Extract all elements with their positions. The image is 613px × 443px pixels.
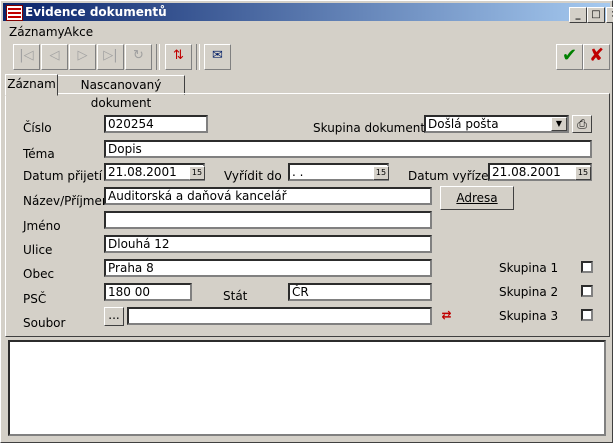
calendar-icon[interactable]: 15 [189,166,205,180]
skupina3-checkbox[interactable] [581,309,593,321]
maximize-button[interactable]: □ [587,7,605,23]
skupina2-checkbox[interactable] [581,285,593,297]
last-icon: ▷| [103,48,118,63]
vyridit-do-label: Vyřídit do [224,169,282,183]
datum-prijeti-label: Datum přijetí [23,169,103,183]
first-record-button[interactable]: |◁ [13,44,40,70]
nazev-field[interactable]: Auditorská a daňová kancelář [104,187,432,205]
skupina-dokumentu-value: Došlá pošta [428,117,499,131]
skupina-dokumentu-select[interactable]: Došlá pošta [424,115,569,133]
skupina-list-button[interactable]: ⎙ [572,115,592,133]
datum-vyrizeni-label: Datum vyřízení [408,169,500,183]
chevron-down-icon: ▼ [555,119,563,128]
skupina2-label: Skupina 2 [499,285,559,299]
prev-icon: ◁ [49,48,60,63]
sort-button[interactable]: ⇅ [165,44,192,70]
ulice-field[interactable]: Dlouhá 12 [104,235,432,253]
window-title: Evidence dokumentů [25,5,167,19]
adresa-button[interactable]: Adresa [440,186,514,210]
checkmark-icon: ✔ [561,45,578,66]
skupina-dokumentu-label: Skupina dokumentů [313,121,433,135]
obec-field[interactable]: Praha 8 [104,259,432,277]
tema-label: Téma [23,147,55,161]
toolbar-separator [156,44,160,70]
browse-button[interactable]: ... [104,307,124,326]
close-button[interactable]: × [606,7,613,23]
stat-label: Stát [223,289,248,303]
main-window: Evidence dokumentů _ □ × Záznamy Akce |◁… [0,0,613,443]
cislo-field[interactable]: 020254 [104,115,208,133]
soubor-field[interactable] [127,307,432,325]
toolbar-separator [196,44,200,70]
cislo-label: Číslo [23,121,52,135]
ulice-label: Ulice [23,243,53,257]
open-file-icon: ⇄ [441,308,452,322]
calendar-icon[interactable]: 15 [373,166,389,180]
open-file-button[interactable]: ⇄ [436,307,457,326]
minimize-button[interactable]: _ [569,7,587,23]
psc-label: PSČ [23,292,47,306]
skupina1-checkbox[interactable] [581,261,593,273]
skupina1-label: Skupina 1 [499,261,559,275]
prev-record-button[interactable]: ◁ [41,44,68,70]
sort-icon: ⇅ [173,48,184,63]
obec-label: Obec [23,267,55,281]
menu-akce[interactable]: Akce [64,25,93,39]
jmeno-field[interactable] [104,211,432,229]
calendar-icon[interactable]: 15 [575,166,591,180]
tab-zaznam[interactable]: Záznam [5,74,58,96]
confirm-button[interactable]: ✔ [556,44,583,70]
refresh-icon: ↻ [133,48,144,63]
title-bar[interactable]: Evidence dokumentů _ □ × [3,3,613,23]
jmeno-label: Jméno [23,219,61,233]
cancel-button[interactable]: ✘ [583,44,610,70]
tab-nascanovany-dokument[interactable]: Nascanovaný dokument [57,75,185,110]
app-icon [6,5,23,21]
stat-field[interactable]: ČR [288,283,432,301]
next-record-button[interactable]: ▷ [69,44,96,70]
mail-button[interactable]: ✉ [204,44,231,70]
printer-icon: ⎙ [577,117,587,131]
tema-field[interactable]: Dopis [104,140,592,158]
refresh-button[interactable]: ↻ [125,44,152,70]
last-record-button[interactable]: ▷| [97,44,124,70]
soubor-label: Soubor [23,316,66,330]
skupina3-label: Skupina 3 [499,309,559,323]
cross-icon: ✘ [588,45,605,66]
menu-zaznamy[interactable]: Záznamy [9,25,65,39]
notes-area[interactable] [8,340,606,436]
envelope-icon: ✉ [212,48,223,63]
next-icon: ▷ [77,48,88,63]
skupina-dropdown-button[interactable]: ▼ [551,117,567,131]
nazev-label: Název/Příjmení [23,194,113,208]
first-icon: |◁ [19,48,34,63]
psc-field[interactable]: 180 00 [104,283,192,301]
